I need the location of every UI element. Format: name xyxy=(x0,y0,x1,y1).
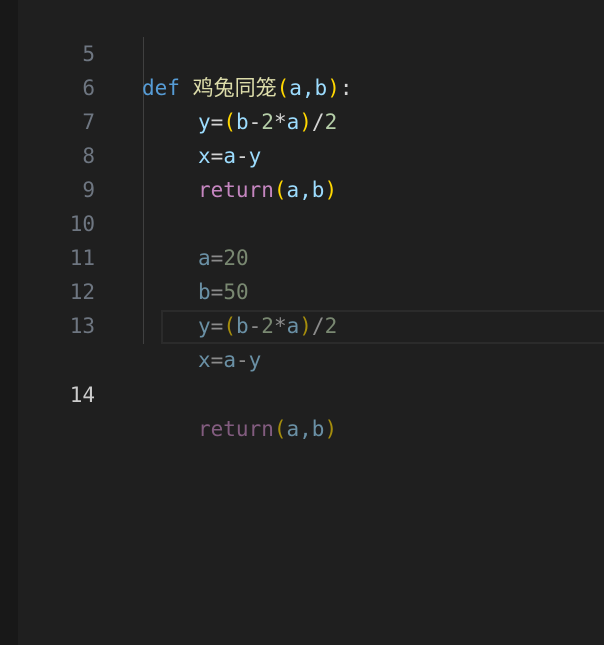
var-a: a xyxy=(223,348,236,372)
code-line[interactable]: 10 a=20 xyxy=(18,173,604,270)
code-line[interactable]: 13 x=a-y xyxy=(18,275,604,372)
minus-op: - xyxy=(235,348,249,372)
line-number: 14 xyxy=(69,383,95,407)
open-paren: ( xyxy=(273,417,287,441)
code-line[interactable]: 9 xyxy=(18,139,604,202)
return-keyword: return xyxy=(198,417,274,441)
var-y: y xyxy=(248,348,262,372)
code-line[interactable]: 7 x=a-y xyxy=(18,71,604,168)
activity-strip xyxy=(0,0,18,645)
code-line[interactable]: 11 b=50 xyxy=(18,207,604,304)
return-args: a,b xyxy=(286,417,325,441)
code-line[interactable]: 12 y=(b-2*a)/2 xyxy=(18,241,604,338)
code-line[interactable]: 6 y=(b-2*a)/2 xyxy=(18,37,604,134)
code-line[interactable]: 5 def 鸡兔同笼(a,b): xyxy=(18,3,604,100)
code-line[interactable]: 8 return(a,b) xyxy=(18,105,604,202)
close-paren: ) xyxy=(324,417,338,441)
code-text[interactable]: return(a,b) xyxy=(142,412,337,446)
code-text[interactable]: x=a-y xyxy=(142,343,261,377)
code-editor[interactable]: 5 def 鸡兔同笼(a,b): 6 y=(b-2*a)/2 7 x=a-y 8… xyxy=(0,0,604,645)
assign-op: = xyxy=(210,348,224,372)
lhs-var: x xyxy=(198,348,211,372)
current-line-highlight xyxy=(161,310,604,344)
current-code-line[interactable]: 14 return(a,b) xyxy=(18,310,604,441)
